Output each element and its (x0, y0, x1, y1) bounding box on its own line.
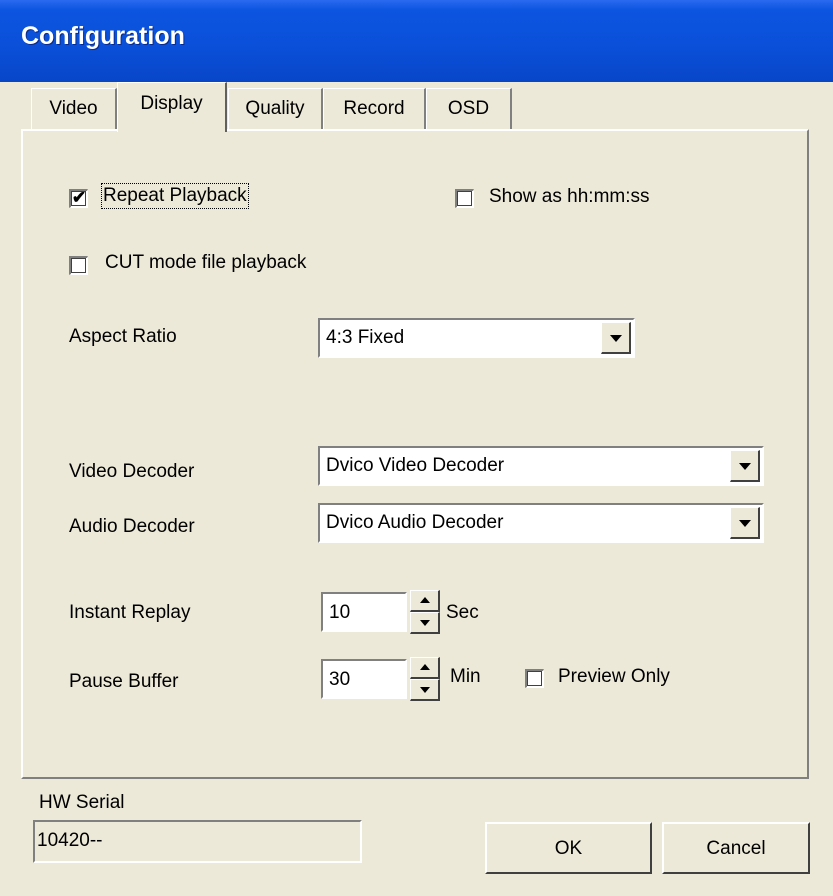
chevron-down-icon (739, 520, 751, 527)
spin-up-button[interactable] (410, 657, 440, 679)
chevron-down-icon (739, 463, 751, 470)
aspect-ratio-select[interactable]: 4:3 Fixed (318, 318, 635, 358)
hw-serial-field: 10420-- (33, 820, 362, 863)
pause-buffer-label: Pause Buffer (69, 671, 179, 692)
spin-down-button[interactable] (410, 679, 440, 701)
pause-buffer-spinner[interactable] (410, 657, 440, 701)
check-icon: ✔ (71, 188, 87, 207)
instant-replay-spinner[interactable] (410, 590, 440, 634)
cancel-button[interactable]: Cancel (662, 822, 810, 874)
cut-mode-label[interactable]: CUT mode file playback (105, 252, 306, 274)
window-title: Configuration (21, 22, 185, 50)
tab-record[interactable]: Record (323, 88, 426, 130)
repeat-playback-label[interactable]: Repeat Playback (101, 183, 249, 209)
aspect-ratio-value: 4:3 Fixed (326, 327, 405, 348)
tab-video-label: Video (49, 98, 98, 119)
arrow-down-icon (420, 687, 430, 693)
tab-quality-label: Quality (245, 98, 305, 119)
arrow-up-icon (420, 664, 430, 670)
instant-replay-input[interactable]: 10 (321, 592, 407, 632)
hw-serial-value: 10420-- (37, 830, 103, 851)
tab-display[interactable]: Display (117, 82, 227, 132)
tab-osd[interactable]: OSD (426, 88, 512, 130)
audio-decoder-value: Dvico Audio Decoder (326, 512, 504, 533)
video-decoder-value: Dvico Video Decoder (326, 455, 505, 476)
preview-only-checkbox[interactable] (525, 669, 544, 688)
spin-up-button[interactable] (410, 590, 440, 612)
repeat-playback-checkbox[interactable]: ✔ (69, 188, 88, 208)
instant-replay-value: 10 (329, 602, 351, 623)
aspect-ratio-dropdown-button[interactable] (601, 322, 631, 354)
aspect-ratio-label: Aspect Ratio (69, 326, 177, 347)
pause-buffer-input[interactable]: 30 (321, 659, 407, 699)
arrow-down-icon (420, 620, 430, 626)
audio-decoder-dropdown-button[interactable] (730, 507, 760, 539)
instant-replay-unit: Sec (446, 602, 479, 623)
audio-decoder-label: Audio Decoder (69, 516, 195, 537)
tab-osd-label: OSD (447, 98, 490, 119)
tab-display-label: Display (140, 93, 203, 114)
show-hhmmss-label[interactable]: Show as hh:mm:ss (489, 186, 650, 208)
hw-serial-label: HW Serial (39, 792, 125, 813)
video-decoder-dropdown-button[interactable] (730, 450, 760, 482)
title-bar[interactable]: Configuration (0, 0, 833, 82)
pause-buffer-unit: Min (450, 666, 481, 687)
tab-quality[interactable]: Quality (228, 88, 323, 130)
preview-only-label[interactable]: Preview Only (558, 666, 670, 688)
cut-mode-checkbox[interactable] (69, 256, 88, 275)
video-decoder-select[interactable]: Dvico Video Decoder (318, 446, 764, 486)
pause-buffer-value: 30 (329, 669, 351, 690)
spin-down-button[interactable] (410, 612, 440, 634)
instant-replay-label: Instant Replay (69, 602, 191, 623)
chevron-down-icon (610, 335, 622, 342)
arrow-up-icon (420, 597, 430, 603)
show-hhmmss-checkbox[interactable] (455, 189, 474, 208)
video-decoder-label: Video Decoder (69, 461, 195, 482)
tab-record-label: Record (343, 98, 405, 119)
audio-decoder-select[interactable]: Dvico Audio Decoder (318, 503, 764, 543)
ok-button[interactable]: OK (485, 822, 652, 874)
tab-video[interactable]: Video (31, 88, 117, 130)
